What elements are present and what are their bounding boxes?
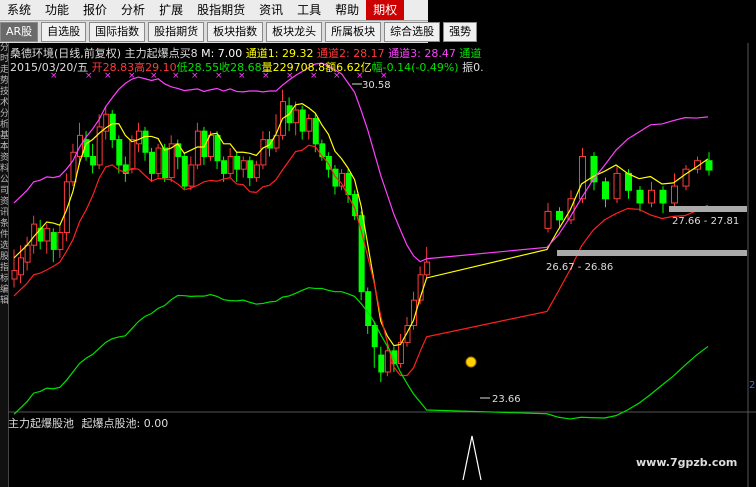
candle-body <box>671 185 678 204</box>
candle-body <box>109 113 116 141</box>
candle-body <box>625 172 632 191</box>
candle-body <box>181 156 188 187</box>
sub-panel-header: 主力起爆股池 起爆点股池: 0.00 <box>8 415 168 431</box>
candle-body <box>24 244 31 263</box>
candle-body <box>345 172 352 196</box>
candle-body <box>227 156 234 174</box>
candle-body <box>636 189 644 204</box>
candle-body <box>44 227 51 242</box>
candle-body <box>648 189 655 204</box>
candle-body <box>221 160 228 174</box>
candle-body <box>116 139 123 166</box>
price-label: 27.66 - 27.81 <box>672 216 739 227</box>
support-bar <box>557 250 747 256</box>
candle-body <box>253 164 260 179</box>
sub-panel-value: 起爆点股池: 0.00 <box>81 417 169 430</box>
quote-volume: 量229708.8 <box>261 61 326 74</box>
quote-amplitude: 振0. <box>462 61 484 74</box>
candle-body <box>18 257 25 276</box>
candle-body <box>556 210 563 221</box>
candle-body <box>50 232 57 250</box>
candle-body <box>613 172 621 200</box>
candle-body <box>705 160 713 171</box>
price-label: 30.58 <box>362 80 391 91</box>
candle-body <box>682 168 690 187</box>
candle-body <box>299 109 306 132</box>
candle-body <box>149 151 156 174</box>
price-label: 23.66 <box>492 394 521 405</box>
candle-body <box>234 156 241 170</box>
resistance-bar <box>669 206 747 212</box>
candle-body <box>129 139 136 170</box>
candle-body <box>208 134 214 157</box>
quote-amount: 额6.62亿 <box>325 61 372 74</box>
candle-body <box>659 189 667 204</box>
candle-body <box>247 160 254 179</box>
quote-open: 开28.83 <box>91 61 135 74</box>
signal-spike <box>462 435 482 481</box>
candle-body <box>260 139 267 166</box>
candle-body <box>188 164 195 187</box>
candle-body <box>142 130 149 153</box>
price-label: 26.67 - 26.86 <box>546 262 613 273</box>
candle-body <box>57 232 64 250</box>
right-axis-label: 2 <box>749 380 756 391</box>
candle-body <box>11 270 18 280</box>
quote-date: 2015/03/20/五 <box>10 61 89 74</box>
candle-body <box>293 109 300 124</box>
candle-body <box>365 291 372 327</box>
sub-panel-title: 主力起爆股池 <box>8 417 74 430</box>
candle-body <box>378 354 385 373</box>
green-channel-line <box>13 287 709 420</box>
quote-info-line: 2015/03/20/五 开28.83高29.10低28.55收28.68量22… <box>10 59 484 75</box>
quote-high: 高29.10 <box>134 61 177 74</box>
quote-change: 幅-0.14(-0.49%) <box>371 61 459 74</box>
candle-body <box>162 147 169 179</box>
candle-body <box>371 325 378 348</box>
quote-close: 收28.68 <box>219 61 262 74</box>
candle-body <box>544 210 552 229</box>
candle-body <box>424 261 431 276</box>
candle-body <box>155 147 162 174</box>
candle-body <box>312 117 319 145</box>
candle-body <box>240 160 247 170</box>
candle-body <box>214 134 221 162</box>
candle-body <box>384 350 391 373</box>
buy-marker-icon <box>465 356 477 368</box>
candle-body <box>175 143 182 157</box>
candle-body <box>602 181 609 200</box>
candle-body <box>135 130 142 145</box>
candle-body <box>90 156 97 166</box>
quote-low: 低28.55 <box>176 61 220 74</box>
watermark: www.7gpzb.com <box>636 456 738 469</box>
candle-body <box>397 341 404 365</box>
candle-body <box>306 117 313 132</box>
